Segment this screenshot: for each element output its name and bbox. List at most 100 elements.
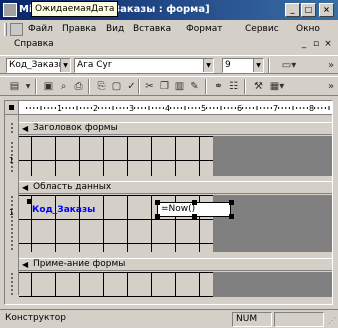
object-combo[interactable]: Код_Заказы ▼ — [6, 58, 71, 73]
ruler-number: 8 — [309, 104, 314, 113]
menu-insert[interactable]: Вставка — [133, 24, 171, 34]
mdi-minimize-button[interactable]: _ — [298, 39, 310, 51]
print-icon[interactable]: ⎘ — [95, 80, 108, 93]
chevron-down-icon[interactable]: ▼ — [24, 80, 32, 93]
resize-handle[interactable] — [155, 200, 160, 205]
ruler-number: 6 — [237, 104, 242, 113]
format-painter-icon[interactable]: ✎ — [188, 80, 201, 93]
section-detail-label: Область данных — [33, 182, 112, 192]
menu-window[interactable]: Окно — [296, 24, 320, 34]
header-empty-area — [213, 136, 332, 176]
ruler-number: 7 — [273, 104, 278, 113]
ruler-number: 1 — [57, 104, 62, 113]
toolbar-separator — [205, 79, 207, 94]
resize-handle[interactable] — [229, 200, 234, 205]
form-selector[interactable] — [5, 101, 19, 115]
ruler-number: 3 — [129, 104, 134, 113]
resize-handle[interactable] — [229, 214, 234, 219]
menu-file[interactable]: Файл — [28, 24, 53, 34]
toolbar-overflow-icon[interactable]: » — [326, 80, 336, 93]
horizontal-ruler[interactable]: 123456789 — [19, 101, 332, 115]
menu-tools[interactable]: Сервис — [245, 24, 279, 34]
status-bar: Конструктор NUM ⋰ — [0, 309, 338, 328]
toolbar-separator — [88, 79, 90, 94]
resize-handle[interactable] — [192, 214, 197, 219]
section-header-label: Заголовок формы — [33, 123, 118, 133]
font-size-combo[interactable]: 9 ▼ — [222, 58, 264, 73]
cut-icon[interactable]: ✂ — [143, 80, 156, 93]
form-icon[interactable] — [10, 23, 23, 36]
vruler-number: 1 — [9, 156, 14, 165]
menu-bar-row2: Справка _ ▫ × — [0, 38, 338, 53]
vruler-ticks: 11 — [9, 123, 14, 295]
section-header-bar[interactable]: ◀ Заголовок формы — [19, 122, 332, 135]
toolbar-separator — [138, 79, 140, 94]
search-icon[interactable]: ⌕ — [57, 80, 70, 93]
object-combo-value: Код_Заказы — [9, 60, 66, 70]
menu-bar: Файл Правка Вид Вставка Формат Сервис Ок… — [0, 21, 338, 38]
app-icon[interactable] — [3, 3, 17, 17]
toolbar-separator — [244, 79, 246, 94]
label-move-handle[interactable] — [27, 199, 32, 204]
ruler-number: 4 — [165, 104, 170, 113]
close-button[interactable]: × — [319, 3, 334, 17]
save-icon[interactable]: ▣ — [42, 80, 55, 93]
resize-handle[interactable] — [155, 214, 160, 219]
menu-help[interactable]: Справка — [14, 39, 54, 49]
resize-handle[interactable] — [192, 200, 197, 205]
chevron-down-icon[interactable]: ▼ — [253, 59, 263, 72]
menu-edit[interactable]: Правка — [62, 24, 96, 34]
footer-grid[interactable] — [19, 272, 213, 297]
standard-toolbar: ▤ ▼ ▣ ⌕ ⎙ ⎘ ▢ ✓ ✂ ❐ ▥ ✎ ⚭ ☷ ⚒ ▦▾ » — [0, 76, 338, 96]
font-combo[interactable]: Ага Cyr ▼ — [74, 58, 214, 73]
header-grid[interactable] — [19, 136, 213, 176]
view-icon[interactable]: ▤ — [8, 80, 21, 93]
autoformat-icon[interactable]: ▦▾ — [268, 80, 286, 93]
font-combo-value: Ага Cyr — [77, 60, 112, 70]
ruler-number: 5 — [201, 104, 206, 113]
resize-grip-icon[interactable]: ⋰ — [328, 316, 336, 325]
font-size-combo-value: 9 — [225, 60, 231, 70]
minimize-button[interactable]: _ — [285, 3, 300, 17]
menu-format[interactable]: Формат — [186, 24, 223, 34]
title-bar: Mi Заказы : форма] ОжидаемаяДата _ □ × — [0, 0, 338, 20]
menu-grip[interactable] — [4, 23, 7, 36]
status-num: NUM — [232, 312, 272, 327]
toolbar-overflow-icon[interactable]: » — [326, 59, 336, 72]
section-detail-bar[interactable]: ◀ Область данных — [19, 181, 332, 194]
spelling-icon[interactable]: ✓ — [125, 80, 138, 93]
hyperlink-icon[interactable]: ⚭ — [212, 80, 225, 93]
section-arrow-icon: ◀ — [22, 183, 29, 192]
tooltip: ОжидаемаяДата — [31, 1, 119, 17]
field-list-icon[interactable]: ☷ — [227, 80, 240, 93]
chevron-down-icon[interactable]: ▼ — [60, 59, 70, 72]
mdi-close-button[interactable]: × — [322, 39, 334, 51]
status-mode: Конструктор — [5, 313, 66, 323]
paste-icon[interactable]: ▥ — [173, 80, 186, 93]
footer-empty-area — [213, 272, 332, 297]
ruler-number: 2 — [93, 104, 98, 113]
window-title: Заказы : форма] — [113, 4, 210, 15]
build-icon[interactable]: ⚒ — [252, 80, 265, 93]
preview-icon[interactable]: ▢ — [110, 80, 123, 93]
section-footer-label: Приме-ание формы — [33, 259, 126, 269]
maximize-button[interactable]: □ — [301, 3, 316, 17]
mdi-restore-button[interactable]: ▫ — [310, 39, 322, 51]
section-arrow-icon: ◀ — [22, 260, 29, 269]
field-label[interactable]: Код_Заказы — [32, 205, 95, 215]
print-preview-icon[interactable]: ⎙ — [72, 80, 85, 93]
copy-icon[interactable]: ❐ — [158, 80, 171, 93]
line-color-icon[interactable]: ▭▾ — [278, 59, 300, 72]
vertical-ruler[interactable]: 11 — [5, 115, 19, 295]
formatting-toolbar: Код_Заказы ▼ Ага Cyr ▼ 9 ▼ ▭▾ » — [0, 55, 338, 74]
vruler-number: 1 — [9, 208, 14, 217]
form-selector-icon — [9, 105, 14, 110]
menu-view[interactable]: Вид — [106, 24, 124, 34]
ruler-ticks: 123456789 — [26, 104, 330, 113]
toolbar-separator — [268, 58, 270, 73]
chevron-down-icon[interactable]: ▼ — [203, 59, 213, 72]
status-empty — [274, 312, 324, 327]
toolbar-separator — [35, 79, 37, 94]
section-footer-bar[interactable]: ◀ Приме-ание формы — [19, 258, 332, 271]
section-arrow-icon: ◀ — [22, 124, 29, 133]
